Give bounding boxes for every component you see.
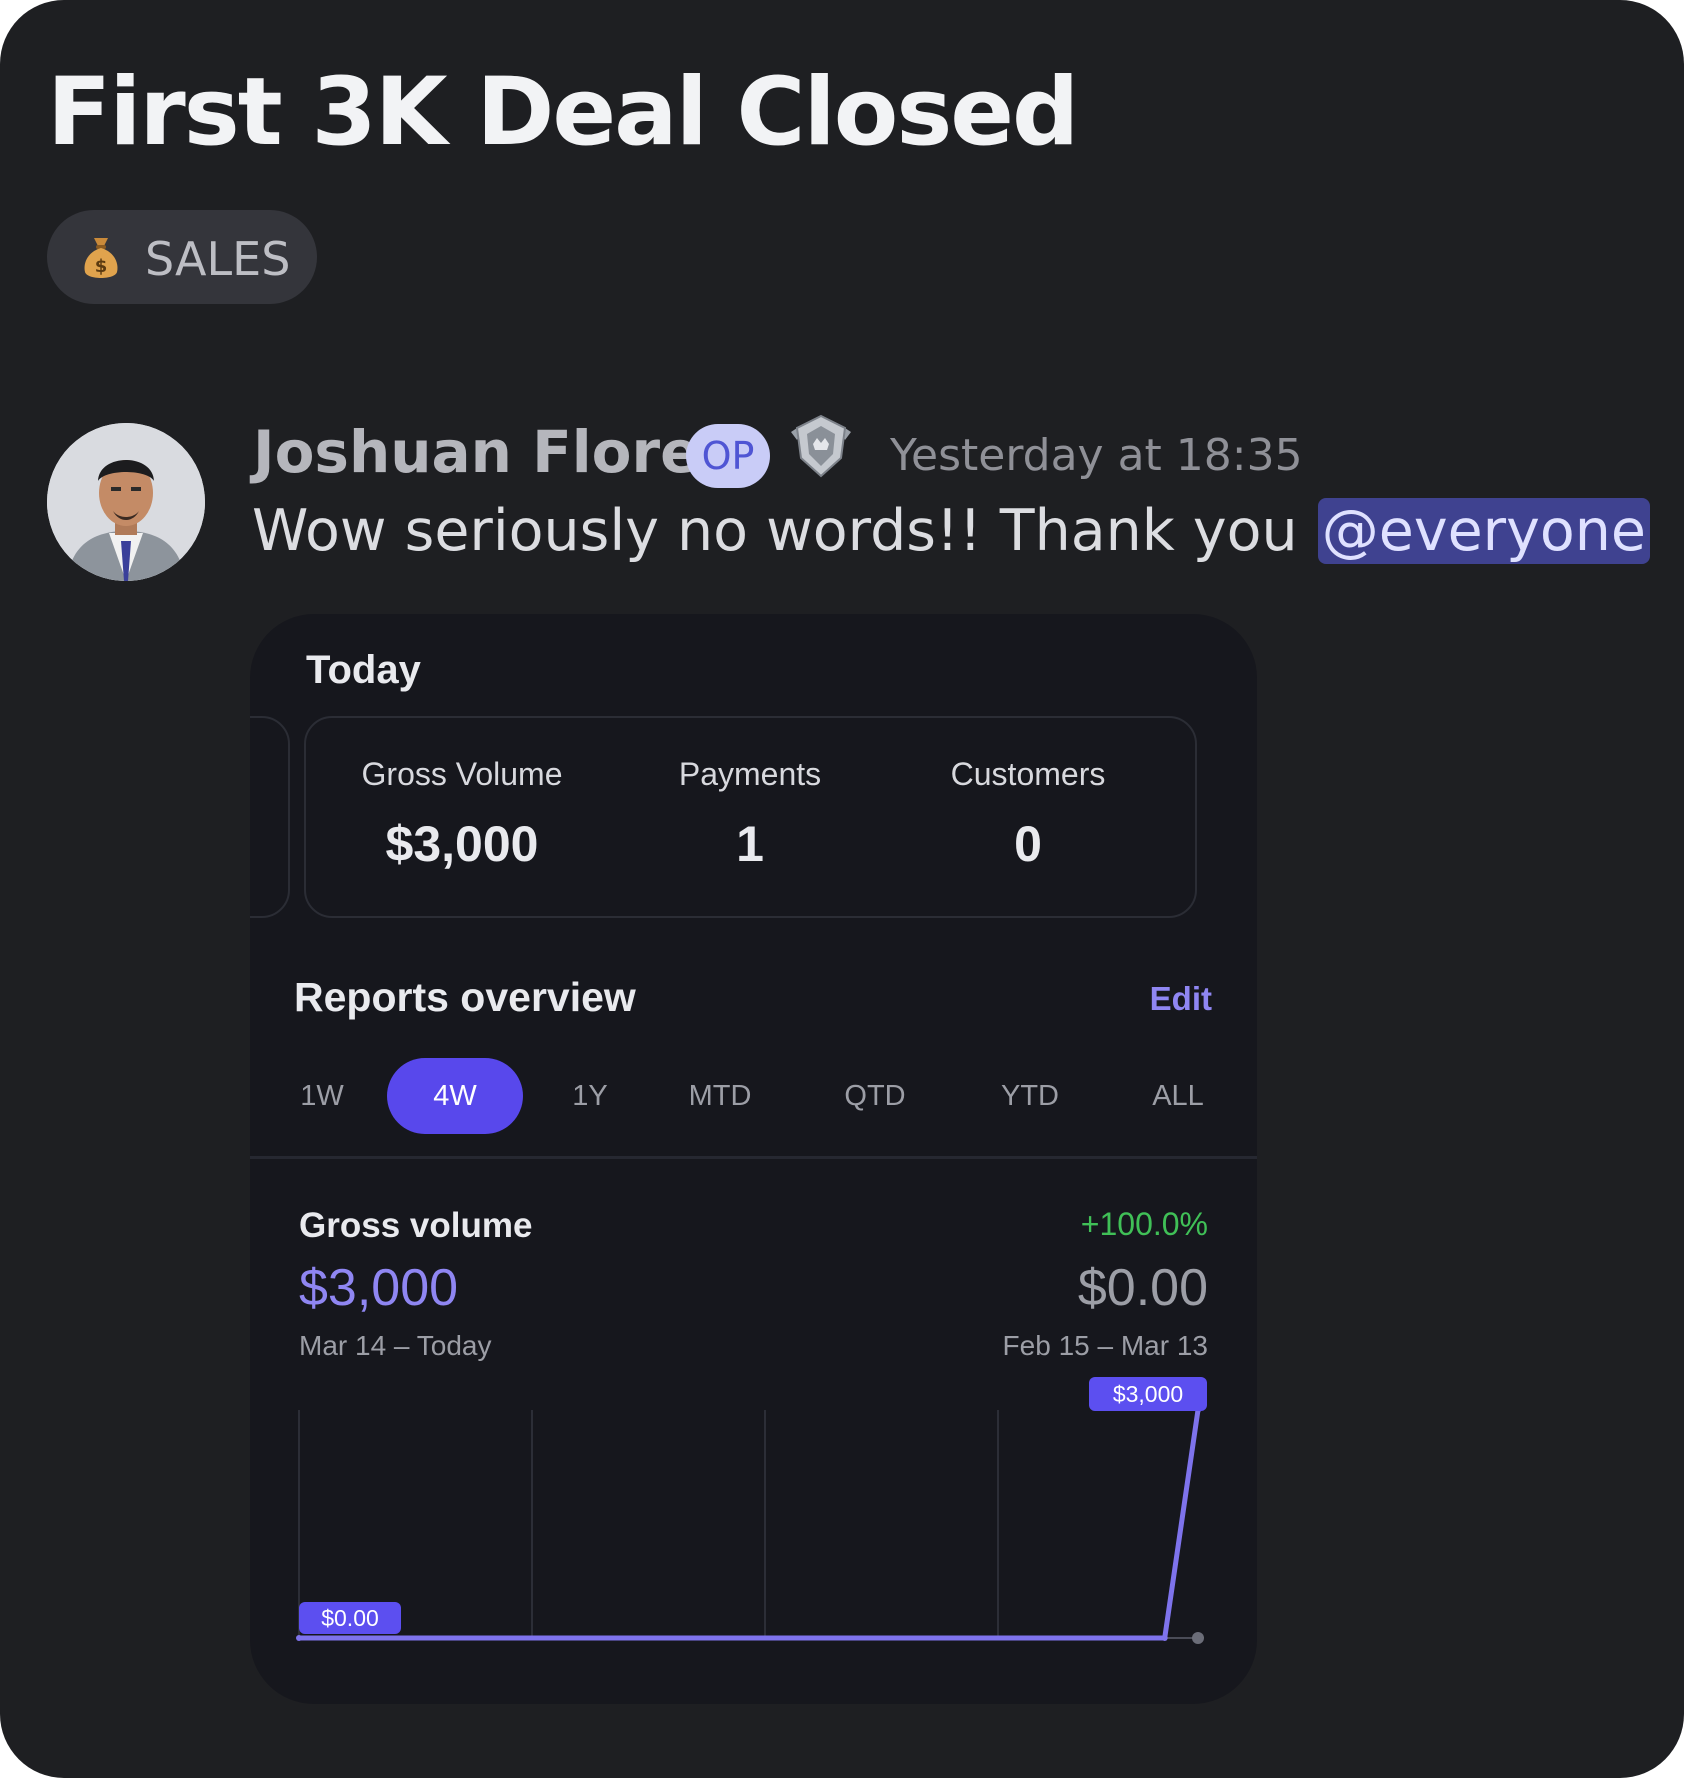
author-name[interactable]: Joshuan Flores: [253, 418, 734, 486]
chart-label-start: $0.00: [321, 1605, 379, 1631]
chart-label-end: $3,000: [1113, 1381, 1183, 1407]
chart-series-line: [299, 1409, 1201, 1641]
message-content: Wow seriously no words!! Thank you @ever…: [252, 498, 1650, 564]
gross-volume-chart: $0.00 $3,000: [296, 1377, 1207, 1644]
tag-sales[interactable]: $ SALES: [47, 210, 317, 304]
message-text: Wow seriously no words!! Thank you: [252, 498, 1298, 564]
tag-label: SALES: [145, 232, 291, 286]
attachment-image[interactable]: Today Gross Volume $3,000 Payments 1 Cus…: [250, 614, 1257, 1704]
post-title: First 3K Deal Closed: [47, 58, 1079, 167]
avatar[interactable]: [47, 423, 205, 581]
message-timestamp: Yesterday at 18:35: [890, 430, 1303, 481]
money-bag-icon: $: [84, 238, 118, 278]
chart-end-dot: [1192, 1632, 1204, 1644]
chart-point: [1161, 1635, 1168, 1641]
chart-point: [296, 1635, 302, 1641]
op-badge: OP: [686, 424, 770, 488]
post-panel: First 3K Deal Closed $ SALES Joshuan Flo…: [0, 0, 1684, 1778]
svg-text:$: $: [95, 256, 108, 277]
mention-everyone[interactable]: @everyone: [1317, 498, 1650, 564]
shield-crest-icon: [791, 414, 851, 478]
